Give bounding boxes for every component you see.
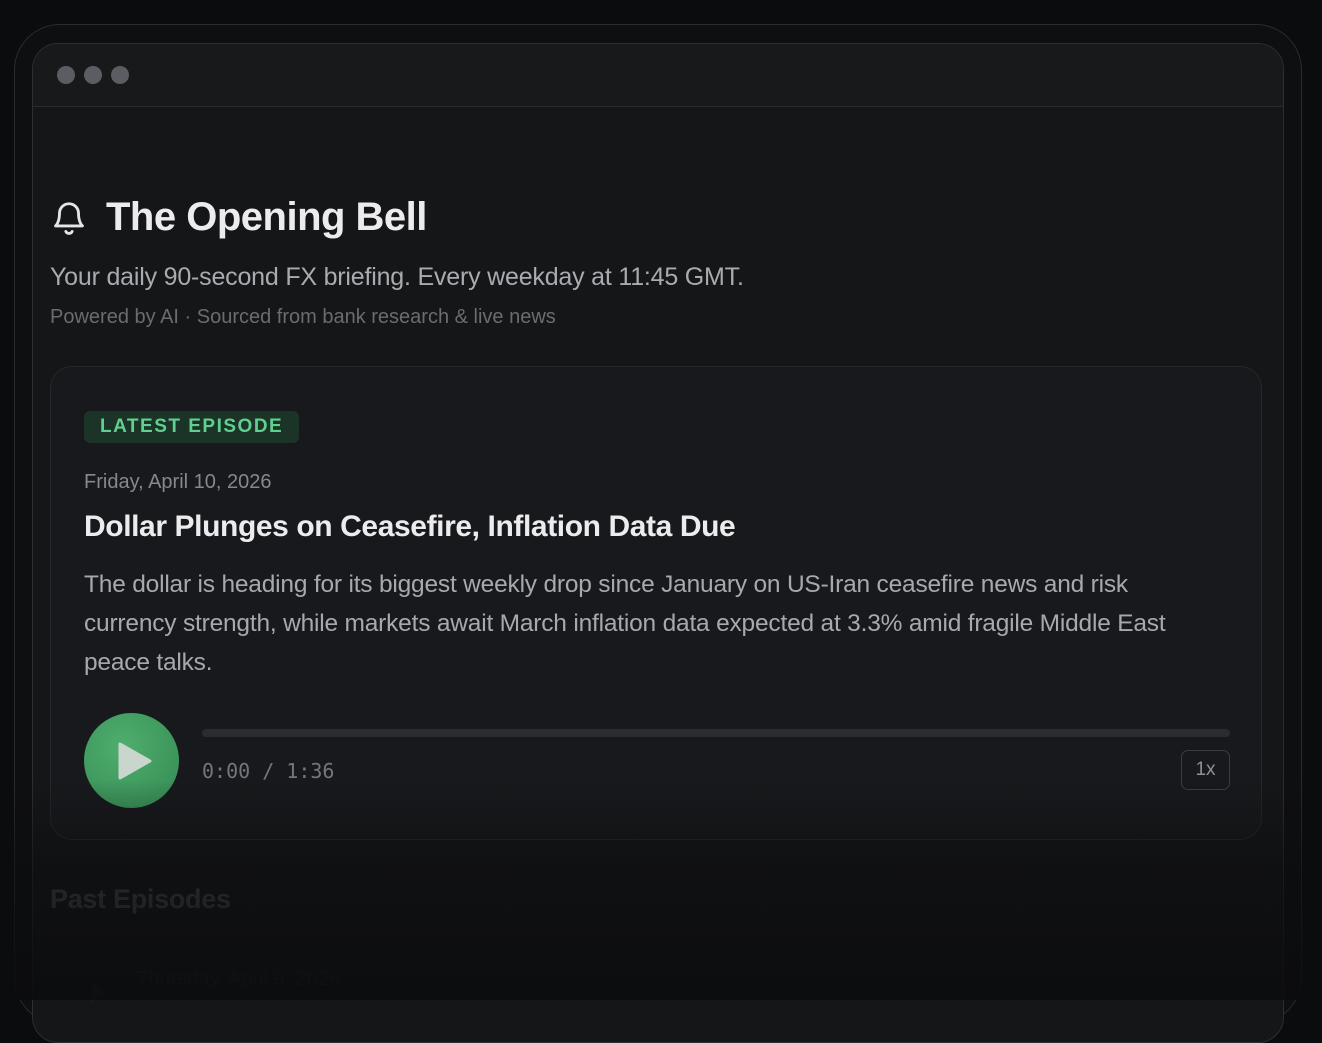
app-window: The Opening Bell Your daily 90-second FX… bbox=[32, 43, 1284, 1043]
progress-bar[interactable] bbox=[202, 729, 1230, 737]
window-dot-close[interactable] bbox=[57, 66, 75, 84]
page-tagline: Your daily 90-second FX briefing. Every … bbox=[50, 263, 744, 291]
playback-speed-button[interactable]: 1x bbox=[1181, 750, 1230, 790]
window-dot-minimize[interactable] bbox=[84, 66, 102, 84]
play-icon bbox=[118, 742, 151, 779]
playback-time: 0:00 / 1:36 bbox=[202, 759, 335, 783]
episode-title: Dollar Plunges on Ceasefire, Inflation D… bbox=[84, 510, 736, 543]
past-episode-date: Thursday, April 9, 2026 bbox=[136, 968, 341, 990]
powered-by-note: Powered by AI · Sourced from bank resear… bbox=[50, 306, 556, 328]
bell-icon bbox=[54, 201, 84, 235]
page-title: The Opening Bell bbox=[106, 195, 427, 239]
play-button[interactable] bbox=[84, 713, 179, 808]
window-titlebar bbox=[33, 44, 1283, 107]
episode-description: The dollar is heading for its biggest we… bbox=[84, 571, 1166, 676]
past-episodes-heading: Past Episodes bbox=[50, 884, 231, 914]
main-content: The Opening Bell Your daily 90-second FX… bbox=[50, 151, 1283, 1042]
page-header: The Opening Bell bbox=[50, 195, 427, 240]
window-dot-maximize[interactable] bbox=[111, 66, 129, 84]
episode-date: Friday, April 10, 2026 bbox=[84, 471, 272, 493]
latest-episode-badge: LATEST EPISODE bbox=[84, 411, 300, 443]
latest-episode-card: LATEST EPISODE Friday, April 10, 2026 Do… bbox=[50, 366, 1262, 840]
